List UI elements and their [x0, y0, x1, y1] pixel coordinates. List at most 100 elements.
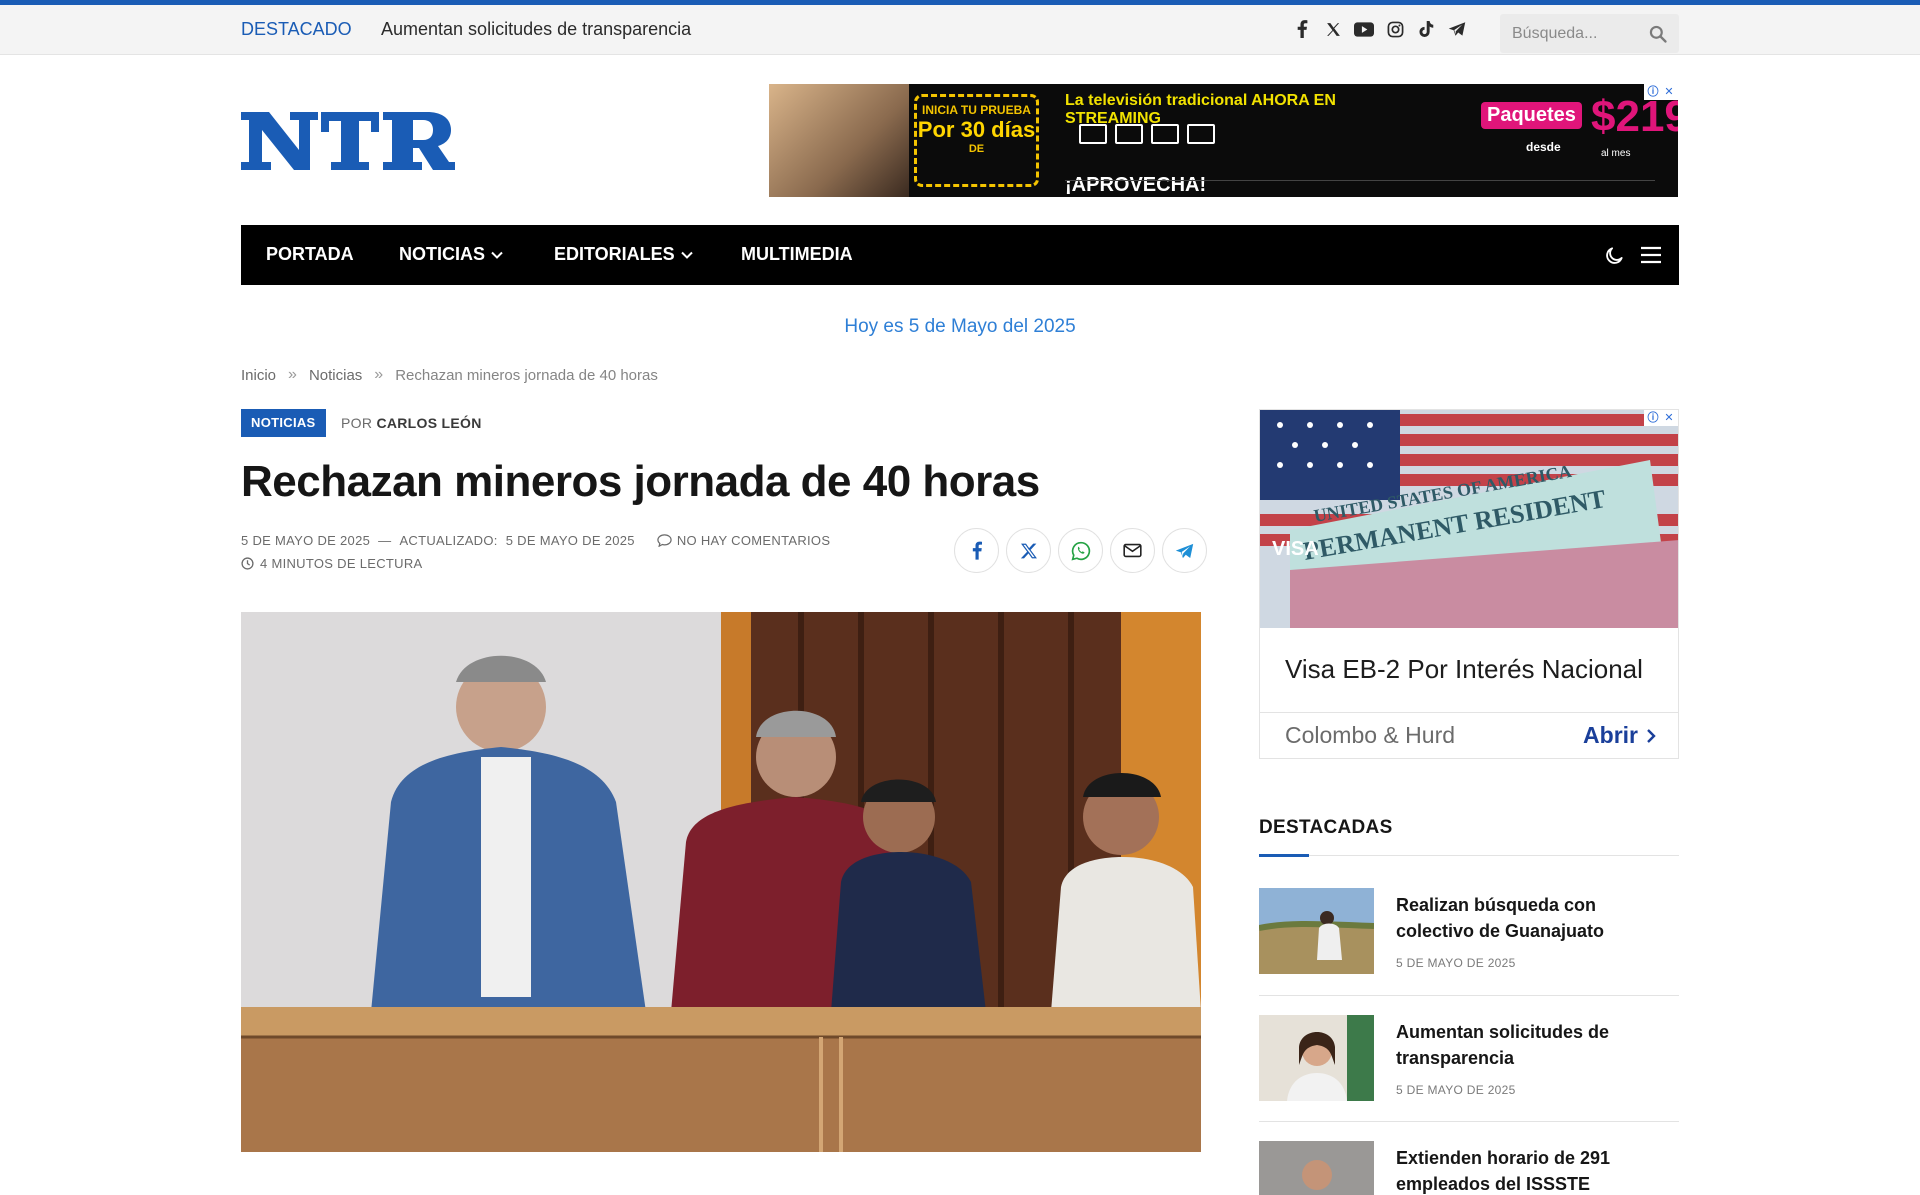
chevron-down-icon — [680, 251, 693, 259]
author-name[interactable]: CARLOS LEÓN — [376, 415, 481, 431]
share-email-button[interactable] — [1110, 528, 1155, 573]
comments-link[interactable]: NO HAY COMENTARIOS — [657, 533, 830, 548]
search-input[interactable] — [1512, 23, 1642, 45]
ad-screens-icon — [1079, 124, 1215, 144]
post-thumbnail[interactable] — [1259, 1141, 1374, 1195]
post-date: 5 DE MAYO DE 2025 — [1396, 956, 1516, 970]
featured-headline-link[interactable]: Aumentan solicitudes de transparencia — [381, 19, 691, 40]
site-logo[interactable] — [241, 108, 455, 172]
email-icon — [1123, 543, 1142, 558]
ad-close-icon[interactable]: ✕ — [1662, 85, 1676, 99]
post-divider — [1259, 1121, 1679, 1122]
article-meta: 5 DE MAYO DE 2025 — ACTUALIZADO: 5 DE MA… — [241, 533, 830, 548]
ad-choices[interactable]: ⓘ ✕ — [1644, 410, 1678, 426]
social-links — [1292, 19, 1467, 39]
nav-label: EDITORIALES — [554, 244, 675, 264]
author-byline: POR CARLOS LEÓN — [341, 415, 482, 431]
search-icon[interactable] — [1648, 24, 1668, 44]
ad-choices[interactable]: ⓘ ✕ — [1644, 84, 1678, 100]
category-badge[interactable]: NOTICIAS — [241, 409, 326, 437]
top-bar: DESTACADO Aumentan solicitudes de transp… — [0, 0, 1920, 55]
article-title: Rechazan mineros jornada de 40 horas — [241, 457, 1040, 506]
ad-per-month: al mes — [1601, 148, 1631, 159]
hamburger-menu-icon[interactable] — [1641, 246, 1661, 264]
ad-package-label: Paquetes — [1481, 102, 1582, 129]
ad-info-icon[interactable]: ⓘ — [1646, 411, 1660, 425]
updated-date: 5 DE MAYO DE 2025 — [505, 533, 635, 548]
tiktok-icon[interactable] — [1416, 19, 1436, 39]
ad-advertiser: Colombo & Hurd — [1285, 722, 1456, 748]
sidebar-section-title: DESTACADAS — [1259, 817, 1393, 838]
updated-label: ACTUALIZADO: — [399, 533, 498, 548]
ad-headline: La televisión tradicional AHORA EN STREA… — [1065, 92, 1336, 127]
post-thumbnail[interactable] — [1259, 1015, 1374, 1101]
x-twitter-icon[interactable] — [1323, 19, 1343, 39]
comments-count: NO HAY COMENTARIOS — [676, 533, 831, 548]
comment-icon — [657, 534, 672, 547]
share-telegram-button[interactable] — [1162, 528, 1207, 573]
ad-promo-line3: DE — [968, 143, 985, 155]
ad-family-photo — [769, 84, 909, 197]
svg-text:VISA: VISA — [1272, 538, 1319, 560]
share-facebook-button[interactable] — [954, 528, 999, 573]
read-time-label: 4 MINUTOS DE LECTURA — [260, 556, 423, 571]
nav-item-noticias[interactable]: NOTICIAS — [399, 244, 503, 265]
section-divider — [1259, 855, 1679, 856]
sidebar-post[interactable]: Extienden horario de 291 empleados del I… — [1259, 1141, 1679, 1195]
ad-headline[interactable]: Visa EB-2 Por Interés Nacional — [1285, 654, 1643, 685]
author-prefix: POR — [341, 415, 373, 431]
ad-promo-line1: INICIA TU PRUEBA — [922, 103, 1031, 117]
ad-open-button[interactable]: Abrir — [1583, 722, 1656, 749]
x-twitter-icon — [1020, 543, 1037, 558]
read-time: 4 MINUTOS DE LECTURA — [241, 556, 423, 571]
nav-label: NOTICIAS — [399, 244, 486, 264]
whatsapp-icon — [1071, 541, 1090, 560]
ad-visa-image: UNITED STATES OF AMERICA PERMANENT RESID… — [1260, 410, 1678, 628]
main-nav: PORTADA NOTICIAS EDITORIALES MULTIMEDIA — [241, 225, 1679, 285]
youtube-icon[interactable] — [1354, 19, 1374, 39]
chevron-down-icon — [491, 251, 503, 259]
nav-item-multimedia[interactable]: MULTIMEDIA — [741, 244, 853, 265]
ad-divider — [1260, 712, 1678, 713]
ad-promo-box: INICIA TU PRUEBA Por 30 días DE — [914, 94, 1039, 187]
post-title[interactable]: Aumentan solicitudes de transparencia — [1396, 1019, 1679, 1071]
clock-icon — [241, 557, 254, 570]
share-x-button[interactable] — [1006, 528, 1051, 573]
post-thumbnail[interactable] — [1259, 888, 1374, 974]
breadcrumb-separator: » — [374, 366, 384, 383]
publish-date: 5 DE MAYO DE 2025 — [241, 533, 371, 548]
facebook-icon[interactable] — [1292, 19, 1312, 39]
share-whatsapp-button[interactable] — [1058, 528, 1103, 573]
post-title[interactable]: Extienden horario de 291 empleados del I… — [1396, 1145, 1679, 1195]
post-date: 5 DE MAYO DE 2025 — [1396, 1083, 1516, 1097]
ad-fine-print — [1065, 180, 1655, 188]
nav-item-portada[interactable]: PORTADA — [266, 244, 354, 265]
telegram-icon — [1175, 543, 1194, 558]
nav-item-editoriales[interactable]: EDITORIALES — [554, 244, 693, 265]
section-accent — [1259, 854, 1309, 857]
sidebar-ad[interactable]: UNITED STATES OF AMERICA PERMANENT RESID… — [1259, 409, 1679, 759]
breadcrumb-home[interactable]: Inicio — [241, 367, 276, 384]
instagram-icon[interactable] — [1385, 19, 1405, 39]
today-date: Hoy es 5 de Mayo del 2025 — [844, 316, 1076, 337]
breadcrumb-section[interactable]: Noticias — [309, 367, 362, 384]
nav-label: PORTADA — [266, 244, 354, 264]
featured-label: DESTACADO — [241, 19, 352, 39]
meta-dash: — — [378, 533, 392, 548]
facebook-icon — [972, 541, 982, 560]
ad-desde: desde — [1526, 140, 1561, 154]
breadcrumb-current: Rechazan mineros jornada de 40 horas — [395, 366, 658, 384]
dark-mode-moon-icon[interactable] — [1605, 245, 1625, 265]
post-divider — [1259, 995, 1679, 996]
share-buttons — [954, 528, 1207, 573]
chevron-right-icon — [1647, 728, 1656, 743]
ad-promo-line2: Por 30 días — [917, 117, 1036, 142]
ad-close-icon[interactable]: ✕ — [1662, 411, 1676, 425]
search-box — [1500, 14, 1679, 53]
ad-info-icon[interactable]: ⓘ — [1646, 85, 1660, 99]
telegram-icon[interactable] — [1447, 19, 1467, 39]
breadcrumb: Inicio » Noticias » Rechazan mineros jor… — [241, 366, 658, 384]
post-title[interactable]: Realizan búsqueda con colectivo de Guana… — [1396, 892, 1679, 944]
ad-banner[interactable]: INICIA TU PRUEBA Por 30 días DE La telev… — [769, 84, 1678, 197]
nav-label: MULTIMEDIA — [741, 244, 853, 264]
